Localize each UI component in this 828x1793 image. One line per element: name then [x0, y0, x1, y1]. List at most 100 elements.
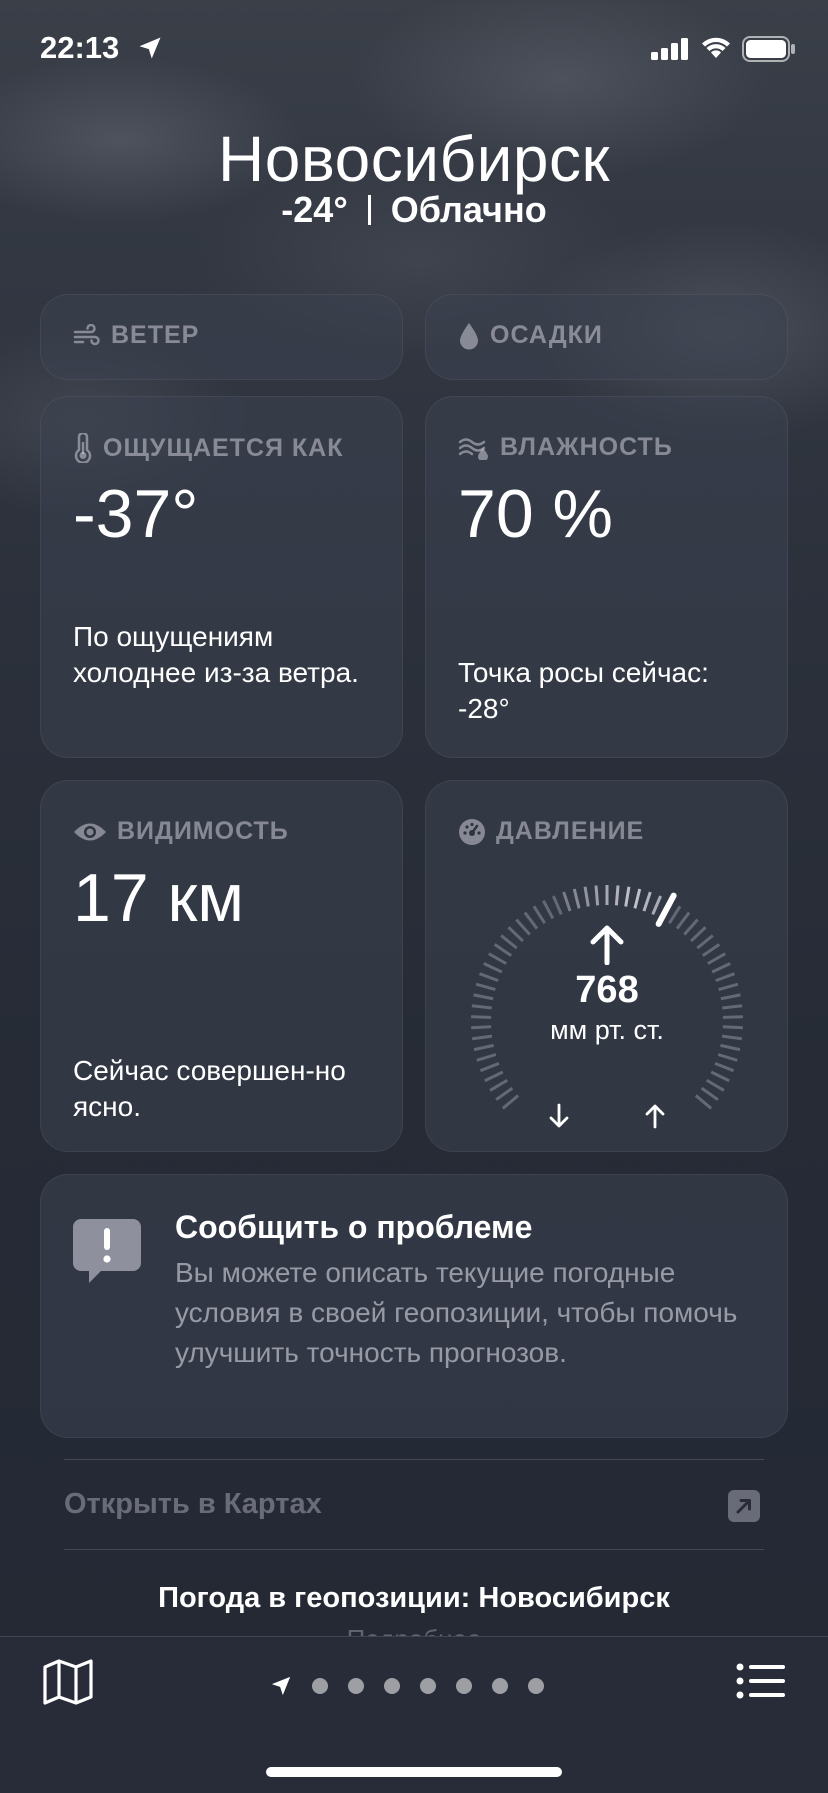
visibility-value: 17 км — [73, 860, 245, 936]
drop-icon — [460, 322, 478, 349]
gauge-tick — [714, 1061, 735, 1073]
feels-like-value: -37° — [73, 476, 199, 552]
visibility-description: Сейчас совершен-но ясно. — [73, 1055, 346, 1122]
gauge-tick — [720, 1043, 741, 1052]
feels-like-card[interactable]: ОЩУЩАЕТСЯ КАК -37° По ощущениям холоднее… — [40, 396, 403, 758]
report-problem-card[interactable]: Сообщить о проблеме Вы можете описать те… — [40, 1174, 788, 1438]
page-dot[interactable] — [384, 1678, 400, 1694]
gauge-tick — [707, 952, 726, 965]
pressure-value: 768 — [575, 969, 639, 1011]
gauge-tick — [552, 895, 563, 915]
gauge-tick — [700, 1086, 719, 1101]
external-link-arrow-icon[interactable] — [728, 1490, 760, 1522]
report-title: Сообщить о проблеме — [175, 1209, 533, 1245]
gauge-tick — [562, 891, 572, 912]
current-temperature: -24° — [281, 189, 348, 230]
page-dot[interactable] — [420, 1678, 436, 1694]
current-condition: Облачно — [390, 189, 547, 230]
gauge-tick — [501, 1094, 520, 1110]
page-dot[interactable] — [312, 1678, 328, 1694]
gauge-tick — [500, 934, 518, 950]
gauge-tick — [705, 1078, 725, 1092]
pressure-title: ДАВЛЕНИЕ — [458, 817, 644, 846]
pressure-unit: мм рт. ст. — [550, 1015, 664, 1045]
battery-icon — [742, 36, 795, 62]
wind-title-text: ВЕТЕР — [111, 321, 200, 349]
gauge-tick — [701, 943, 721, 957]
page-dot[interactable] — [348, 1678, 364, 1694]
gauge-tick — [542, 900, 555, 920]
home-indicator[interactable] — [266, 1767, 562, 1777]
gauge-tick — [493, 943, 513, 957]
gauge-tick — [675, 911, 691, 930]
pressure-trend-up-arrow-icon — [590, 925, 624, 965]
gauge-tick — [488, 952, 507, 965]
gauge-tick — [690, 926, 707, 943]
wind-card[interactable]: ВЕТЕР — [40, 294, 403, 380]
humidity-icon — [458, 437, 488, 460]
signal-icon — [651, 38, 688, 60]
thermometer-icon — [74, 433, 92, 463]
current-summary: -24° Облачно — [0, 190, 828, 230]
gauge-tick — [594, 885, 600, 906]
gauge-tick — [642, 891, 652, 912]
gauge-tick — [515, 918, 531, 936]
humidity-value: 70 % — [458, 476, 613, 552]
location-weather-footer: Погода в геопозиции: Новосибирск — [158, 1582, 670, 1614]
gauge-tick — [633, 888, 642, 909]
visibility-title-text: ВИДИМОСТЬ — [117, 817, 289, 845]
feels-like-title-text: ОЩУЩАЕТСЯ КАК — [103, 433, 344, 462]
gauge-tick — [683, 918, 699, 936]
gauge-tick — [476, 1053, 497, 1062]
gauge-tick — [624, 886, 631, 907]
feels-like-description: По ощущениям холоднее из-за ветра. — [73, 621, 359, 688]
separator — [367, 195, 371, 225]
gauge-tick — [710, 1070, 730, 1083]
location-header: Новосибирск -24° Облачно — [0, 120, 828, 230]
gauge-tick — [507, 926, 524, 943]
gauge-tick — [523, 911, 539, 930]
gauge-tick — [495, 1086, 514, 1101]
gauge-tick — [484, 1070, 504, 1083]
wind-card-title: ВЕТЕР — [73, 321, 199, 350]
gauge-tick — [694, 1094, 713, 1110]
bottom-toolbar — [0, 1636, 828, 1793]
status-time: 22:13 — [40, 30, 120, 65]
divider — [64, 1459, 764, 1460]
page-dot[interactable] — [528, 1678, 544, 1694]
precipitation-title-text: ОСАДКИ — [490, 321, 603, 349]
gauge-tick — [717, 1053, 738, 1062]
list-icon[interactable] — [736, 1663, 786, 1699]
precipitation-card[interactable]: ОСАДКИ — [425, 294, 788, 380]
gauge-tick — [479, 1061, 500, 1073]
page-indicator[interactable] — [270, 1675, 544, 1697]
gauge-tick — [583, 886, 590, 907]
gauge-tick — [572, 888, 581, 909]
city-name: Новосибирск — [218, 123, 610, 195]
gauge-tick — [532, 905, 546, 924]
humidity-description: Точка росы сейчас: -28° — [458, 657, 709, 724]
humidity-title: ВЛАЖНОСТЬ — [458, 433, 673, 462]
humidity-card[interactable]: ВЛАЖНОСТЬ 70 % Точка росы сейчас: -28° — [425, 396, 788, 758]
gauge-tick — [473, 1043, 494, 1052]
visibility-title: ВИДИМОСТЬ — [73, 817, 289, 846]
location-arrow-icon — [139, 37, 161, 59]
wind-icon — [73, 323, 100, 345]
pressure-card[interactable]: ДАВЛЕНИЕ 768 мм рт. ст. — [425, 780, 788, 1152]
precipitation-card-title: ОСАДКИ — [458, 321, 603, 350]
speech-bubble-exclamation-icon — [73, 1219, 141, 1283]
gauge-tick — [668, 905, 682, 924]
gauge-tick — [489, 1078, 509, 1092]
report-description: Вы можете описать текущие погодные услов… — [175, 1257, 738, 1368]
low-pressure-arrow-icon — [549, 1103, 569, 1128]
page-dot[interactable] — [492, 1678, 508, 1694]
page-dot[interactable] — [456, 1678, 472, 1694]
eye-icon — [74, 823, 106, 840]
open-in-maps-link[interactable]: Открыть в Картах — [64, 1488, 322, 1521]
gauge-tick — [651, 895, 662, 915]
divider — [64, 1549, 764, 1550]
map-icon[interactable] — [42, 1657, 94, 1707]
humidity-title-text: ВЛАЖНОСТЬ — [500, 433, 673, 461]
visibility-card[interactable]: ВИДИМОСТЬ 17 км Сейчас совершен-но ясно. — [40, 780, 403, 1152]
current-location-arrow-icon — [271, 1676, 291, 1696]
